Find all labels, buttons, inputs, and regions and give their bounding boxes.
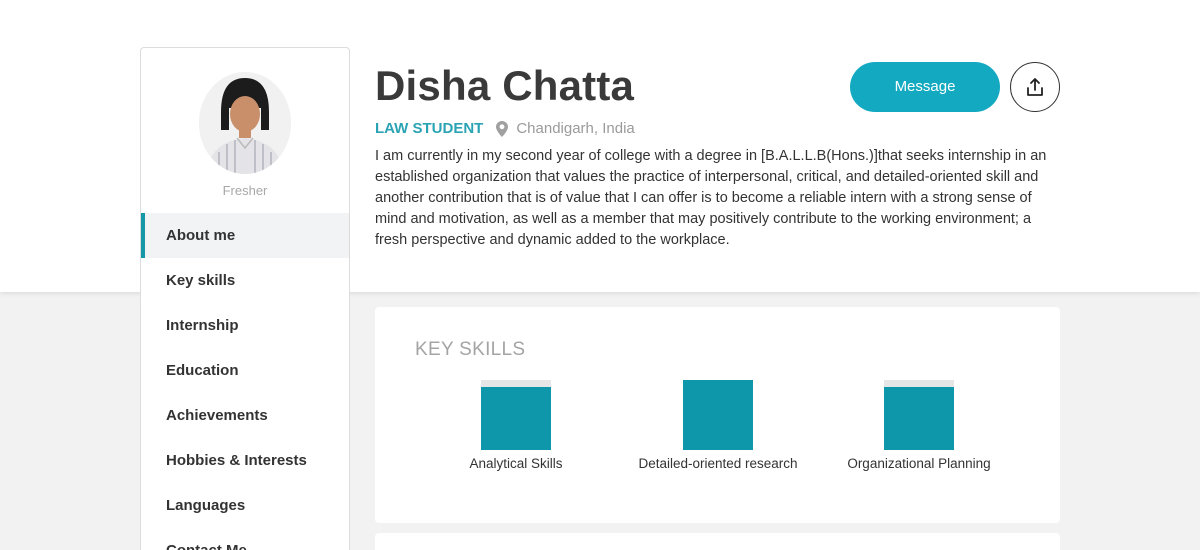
message-button[interactable]: Message [850,62,1000,112]
skill-label: Detailed-oriented research [638,456,798,471]
skill-level-fill [884,387,954,450]
skill-item: Detailed-oriented research [618,380,818,471]
skill-label: Organizational Planning [847,456,991,471]
profile-about: I am currently in my second year of coll… [375,148,1047,248]
key-skills-card: KEY SKILLS Analytical Skills Detailed-or… [375,307,1060,523]
profile-meta: LAW STUDENT Chandigarh, India [375,120,635,137]
share-button[interactable] [1010,62,1060,112]
avatar-image [199,72,291,174]
skill-meter [481,380,551,450]
sidebar-item-achievements[interactable]: Achievements [141,393,349,438]
sidebar-item-about-me[interactable]: About me [141,213,349,258]
skill-level-fill [481,387,551,450]
sidebar-item-internship[interactable]: Internship [141,303,349,348]
location-pin-icon [496,120,509,137]
share-icon [1027,78,1043,96]
profile-name: Disha Chatta [375,62,635,109]
sidebar-item-contact-me[interactable]: Contact Me [141,528,349,550]
sidebar-item-education[interactable]: Education [141,348,349,393]
key-skills-title: KEY SKILLS [415,339,526,360]
sidebar-item-key-skills[interactable]: Key skills [141,258,349,303]
skill-level-fill [683,380,753,450]
sidebar-item-hobbies-interests[interactable]: Hobbies & Interests [141,438,349,483]
skill-meter [683,380,753,450]
skill-meter [884,380,954,450]
profile-sidebar: Fresher About me Key skills Internship E… [140,47,350,550]
next-section-card [375,533,1060,550]
avatar [199,72,291,174]
sidebar-nav: About me Key skills Internship Education… [141,213,349,550]
skill-label: Analytical Skills [469,456,563,471]
sidebar-item-languages[interactable]: Languages [141,483,349,528]
profile-role: LAW STUDENT [375,120,484,137]
profile-location: Chandigarh, India [516,120,635,137]
profile-status: Fresher [222,183,268,198]
skill-item: Analytical Skills [416,380,616,471]
skill-item: Organizational Planning [819,380,1019,471]
